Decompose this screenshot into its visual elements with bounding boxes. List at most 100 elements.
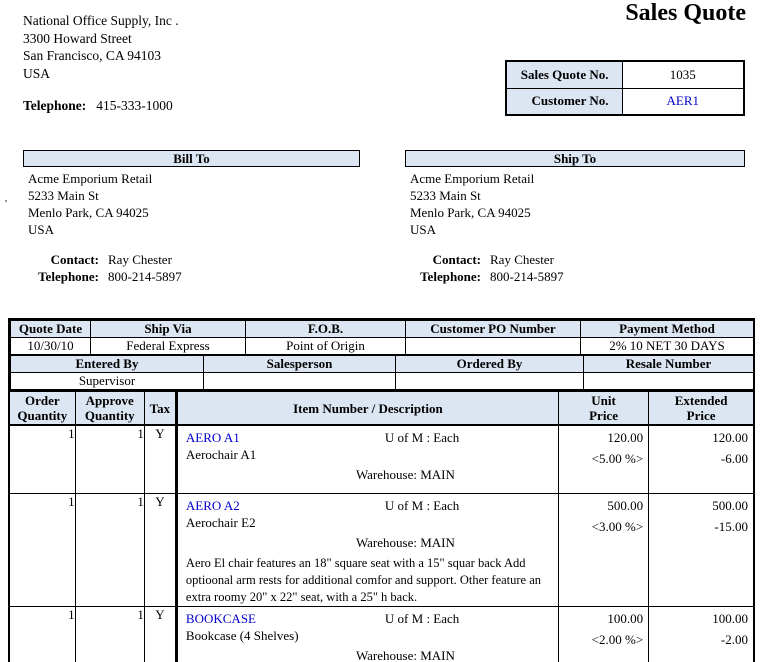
item-unit-price-cell: 500.00 <3.00 %> xyxy=(558,493,648,606)
sales-quote-no-value: 1035 xyxy=(622,61,744,88)
item-unit-price-cell: 100.00 <2.00 %> xyxy=(558,606,648,662)
item-extended-price: 500.00 xyxy=(649,494,753,515)
order-info-header-row1: Quote Date Ship Via F.O.B. Customer PO N… xyxy=(11,321,754,338)
item-unit-price: 100.00 xyxy=(559,607,648,628)
stray-margin-mark: ' xyxy=(5,198,7,210)
order-info-tables: Quote Date Ship Via F.O.B. Customer PO N… xyxy=(8,318,755,392)
customer-po-header: Customer PO Number xyxy=(406,321,581,338)
item-approve-qty: 1 xyxy=(75,606,144,662)
order-info-value-row1: 10/30/10 Federal Express Point of Origin… xyxy=(11,338,754,355)
bill-to-header: Bill To xyxy=(23,150,360,167)
ship-contact-row: Contact:Ray Chester xyxy=(410,251,564,268)
ship-phone-value: 800-214-5897 xyxy=(490,269,564,284)
order-info-row1-table: Quote Date Ship Via F.O.B. Customer PO N… xyxy=(10,320,754,355)
bill-to-line: Acme Emporium Retail xyxy=(28,170,152,187)
bill-phone-row: Telephone:800-214-5897 xyxy=(28,268,182,285)
item-discount: <3.00 %> xyxy=(559,515,648,536)
item-number-line: AERO A2 U of M : Each xyxy=(178,494,558,514)
ship-to-address: Acme Emporium Retail 5233 Main St Menlo … xyxy=(410,170,534,238)
item-number-line: AERO A1 U of M : Each xyxy=(178,426,558,446)
item-order-qty: 1 xyxy=(9,493,75,606)
customer-no-value[interactable]: AER1 xyxy=(622,88,744,115)
ship-to-line: Acme Emporium Retail xyxy=(410,170,534,187)
item-discount: <5.00 %> xyxy=(559,447,648,468)
ship-to-line: 5233 Main St xyxy=(410,187,534,204)
salesperson-header: Salesperson xyxy=(204,356,396,373)
fob-value: Point of Origin xyxy=(246,338,406,355)
company-phone-value: 415-333-1000 xyxy=(96,98,173,113)
ship-to-contact-block: Contact:Ray Chester Telephone: 800-214-58… xyxy=(410,251,564,285)
extended-price-header: Extended Price xyxy=(649,391,754,425)
resale-number-header: Resale Number xyxy=(584,356,754,373)
sales-quote-document: National Office Supply, Inc . 3300 Howar… xyxy=(0,0,768,662)
item-number-link[interactable]: BOOKCASE xyxy=(186,611,256,626)
page-title: Sales Quote xyxy=(625,0,746,27)
item-warehouse: Warehouse: MAIN xyxy=(178,534,558,551)
item-number-link[interactable]: AERO A1 xyxy=(186,430,240,445)
item-short-description: Aerochair A1 xyxy=(178,446,558,463)
payment-method-header: Payment Method xyxy=(581,321,754,338)
item-extended-price-cell: 120.00 -6.00 xyxy=(649,425,754,493)
item-extended-price: 100.00 xyxy=(649,607,753,628)
item-order-qty: 1 xyxy=(9,425,75,493)
item-warehouse: Warehouse: MAIN xyxy=(178,647,558,662)
ship-to-line: USA xyxy=(410,221,534,238)
quote-date-value: 10/30/10 xyxy=(11,338,91,355)
item-short-description: Aerochair E2 xyxy=(178,514,558,531)
fob-header: F.O.B. xyxy=(246,321,406,338)
bill-to-address: Acme Emporium Retail 5233 Main St Menlo … xyxy=(28,170,152,238)
quote-number-row: Sales Quote No. 1035 xyxy=(506,61,744,88)
item-discount-amount: -6.00 xyxy=(649,447,753,468)
customer-no-label: Customer No. xyxy=(506,88,622,115)
item-description-cell: AERO A1 U of M : Each Aerochair A1 Wareh… xyxy=(176,425,558,493)
company-address-line: USA xyxy=(23,65,179,83)
items-header-row: Order Quantity Approve Quantity Tax Item… xyxy=(9,391,754,425)
bill-phone-value: 800-214-5897 xyxy=(108,269,182,284)
item-row: 1 1 Y AERO A1 U of M : Each Aerochair A1… xyxy=(9,425,754,493)
item-number-description-header: Item Number / Description xyxy=(176,391,558,425)
ordered-by-header: Ordered By xyxy=(396,356,584,373)
item-unit-price: 500.00 xyxy=(559,494,648,515)
item-warehouse: Warehouse: MAIN xyxy=(178,466,558,483)
ship-phone-row: Telephone: 800-214-5897 xyxy=(410,268,564,285)
item-number-link[interactable]: AERO A2 xyxy=(186,498,240,513)
item-order-qty: 1 xyxy=(9,606,75,662)
ordered-by-value xyxy=(396,373,584,390)
ship-to-line: Menlo Park, CA 94025 xyxy=(410,204,534,221)
bill-to-contact-block: Contact: Ray Chester Telephone:800-214-58… xyxy=(28,251,182,285)
customer-number-row: Customer No. AER1 xyxy=(506,88,744,115)
item-extended-price-cell: 500.00 -15.00 xyxy=(649,493,754,606)
bill-contact-value: Ray Chester xyxy=(108,252,172,267)
item-number-line: BOOKCASE U of M : Each xyxy=(178,607,558,627)
bill-contact-row: Contact: Ray Chester xyxy=(28,251,182,268)
item-row: 1 1 Y AERO A2 U of M : Each Aerochair E2… xyxy=(9,493,754,606)
quote-date-header: Quote Date xyxy=(11,321,91,338)
company-name: National Office Supply, Inc . xyxy=(23,12,179,30)
item-discount: <2.00 %> xyxy=(559,628,648,649)
entered-by-header: Entered By xyxy=(11,356,204,373)
sales-quote-no-label: Sales Quote No. xyxy=(506,61,622,88)
item-extended-price: 120.00 xyxy=(649,426,753,447)
company-address-line: San Francisco, CA 94103 xyxy=(23,47,179,65)
item-row: 1 1 Y BOOKCASE U of M : Each Bookcase (4… xyxy=(9,606,754,662)
payment-method-value: 2% 10 NET 30 DAYS xyxy=(581,338,754,355)
item-approve-qty: 1 xyxy=(75,425,144,493)
bill-to-line: 5233 Main St xyxy=(28,187,152,204)
item-long-description xyxy=(178,483,558,487)
item-uom: U of M : Each xyxy=(385,610,459,627)
salesperson-value xyxy=(204,373,396,390)
order-info-header-row2: Entered By Salesperson Ordered By Resale… xyxy=(11,356,754,373)
resale-number-value xyxy=(584,373,754,390)
approve-quantity-header: Approve Quantity xyxy=(75,391,144,425)
order-info-row2-table: Entered By Salesperson Ordered By Resale… xyxy=(10,355,754,390)
bill-contact-label: Contact: xyxy=(28,251,99,268)
item-tax-flag: Y xyxy=(144,493,176,606)
ship-phone-label: Telephone: xyxy=(410,268,481,285)
ship-to-header: Ship To xyxy=(405,150,745,167)
line-items-table: Order Quantity Approve Quantity Tax Item… xyxy=(8,390,755,662)
company-block: National Office Supply, Inc . 3300 Howar… xyxy=(23,12,179,82)
item-tax-flag: Y xyxy=(144,425,176,493)
item-uom: U of M : Each xyxy=(385,429,459,446)
unit-price-header: Unit Price xyxy=(558,391,648,425)
ship-via-value: Federal Express xyxy=(91,338,246,355)
